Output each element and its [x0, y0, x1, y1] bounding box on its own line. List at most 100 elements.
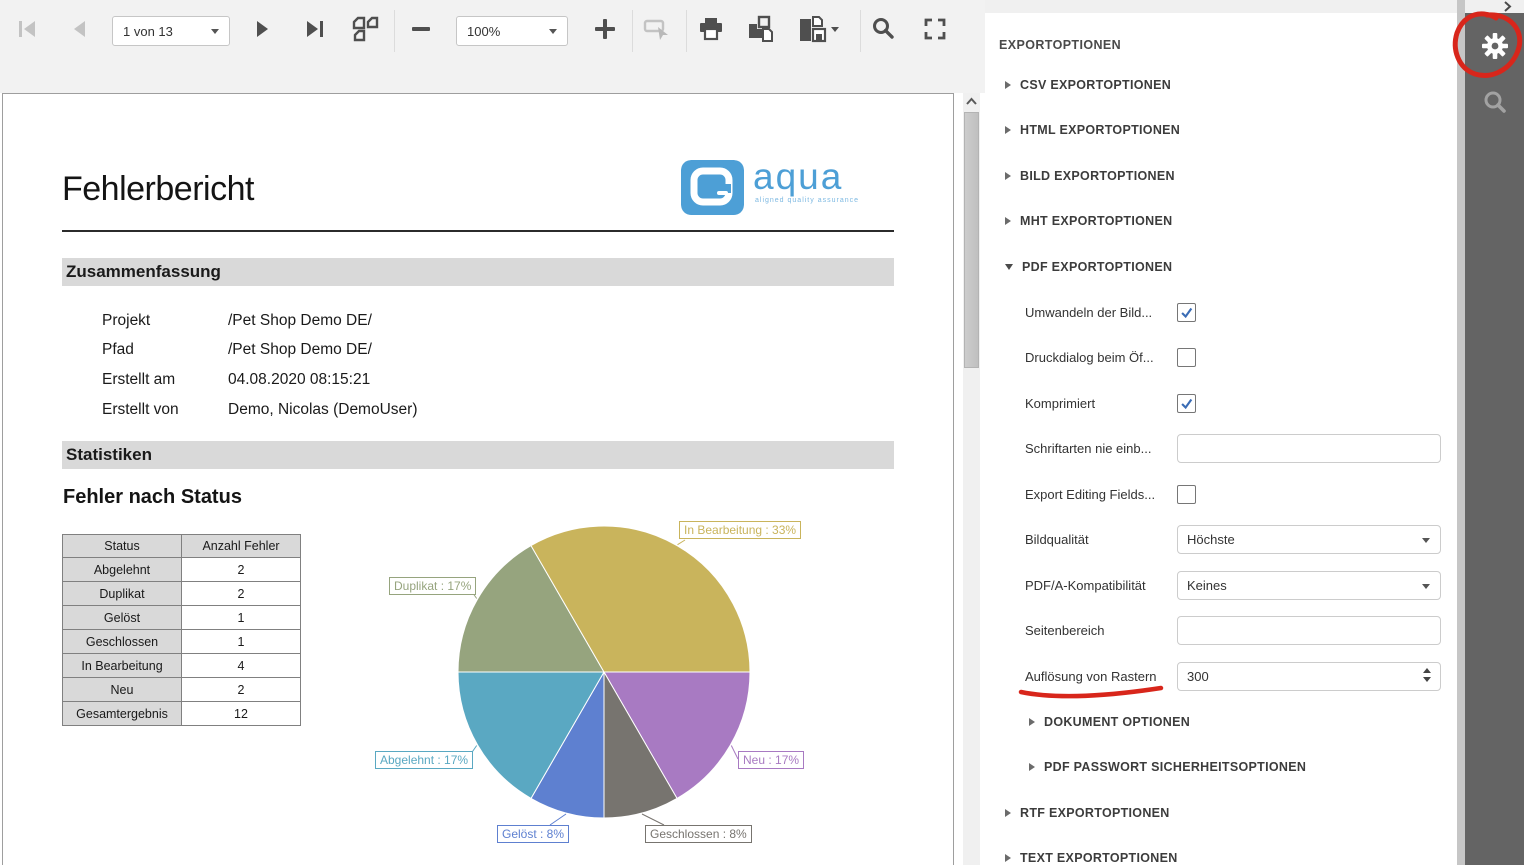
- print-page-icon: [746, 14, 776, 49]
- full-screen-button[interactable]: [918, 14, 952, 48]
- chevron-collapsed-icon: [1005, 172, 1011, 180]
- summary-row: Erstellt vonDemo, Nicolas (DemoUser): [102, 395, 417, 425]
- chevron-down-icon: [549, 29, 557, 34]
- pie-label-gelöst: Gelöst : 8%: [497, 825, 569, 843]
- chevron-collapsed-icon: [1005, 217, 1011, 225]
- section-html-exportoptionen[interactable]: HTML EXPORTOPTIONEN: [985, 108, 1457, 154]
- section-label: HTML EXPORTOPTIONEN: [1020, 123, 1180, 137]
- count-cell: 4: [182, 654, 301, 678]
- zoom-selector[interactable]: 100%: [456, 16, 568, 46]
- aqua-logo: aqua aligned quality assurance: [681, 160, 896, 218]
- dropdown-pdf-a-kompatibilit-t[interactable]: Keines: [1177, 571, 1441, 600]
- section-rtf-exportoptionen[interactable]: RTF EXPORTOPTIONEN: [985, 790, 1457, 836]
- zoom-in-button[interactable]: [588, 14, 622, 48]
- full-screen-icon: [921, 15, 949, 48]
- chevron-collapsed-icon: [1005, 126, 1011, 134]
- table-row: Gesamtergebnis12: [63, 702, 301, 726]
- table-row: Neu2: [63, 678, 301, 702]
- first-page-icon: [14, 16, 40, 47]
- text-input[interactable]: [1177, 616, 1441, 645]
- table-header: Status: [63, 535, 182, 558]
- zoom-out-button[interactable]: [404, 14, 438, 48]
- table-row: Duplikat2: [63, 582, 301, 606]
- dropdown-bildqualit-t[interactable]: Höchste: [1177, 525, 1441, 554]
- export-field-row: Umwandeln der Bild...: [985, 290, 1457, 336]
- toolbar-separator: [860, 10, 861, 52]
- scrollbar-thumb[interactable]: [964, 112, 979, 368]
- next-page-button[interactable]: [246, 14, 280, 48]
- aqua-logo-mark: [681, 160, 744, 215]
- scroll-up-button[interactable]: [963, 93, 980, 110]
- spinner-input[interactable]: 300: [1177, 662, 1441, 691]
- print-page-button[interactable]: [744, 14, 778, 48]
- pie-callout-line: [642, 814, 664, 825]
- page-selector-value: 1 von 13: [123, 24, 173, 39]
- export-field-row: BildqualitätHöchste: [985, 517, 1457, 563]
- pie-label-duplikat: Duplikat : 17%: [389, 577, 476, 595]
- title-rule: [62, 230, 894, 232]
- section-mht-exportoptionen[interactable]: MHT EXPORTOPTIONEN: [985, 199, 1457, 245]
- status-cell: Gelöst: [63, 606, 182, 630]
- section-text-exportoptionen[interactable]: TEXT EXPORTOPTIONEN: [985, 836, 1457, 865]
- export-options-list: CSV EXPORTOPTIONEN HTML EXPORTOPTIONEN BIL…: [985, 62, 1457, 865]
- status-cell: Gesamtergebnis: [63, 702, 182, 726]
- page-selector[interactable]: 1 von 13: [112, 16, 230, 46]
- summary-heading: Zusammenfassung: [62, 258, 894, 286]
- section-dokument-optionen[interactable]: DOKUMENT OPTIONEN: [985, 699, 1457, 745]
- report-title: Fehlerbericht: [62, 170, 254, 209]
- summary-label: Projekt: [102, 312, 228, 330]
- field-label: Umwandeln der Bild...: [1025, 305, 1177, 320]
- status-cell: In Bearbeitung: [63, 654, 182, 678]
- field-label: Druckdialog beim Öf...: [1025, 350, 1177, 365]
- pie-callout-line: [731, 746, 738, 760]
- last-page-button[interactable]: [298, 14, 332, 48]
- collapse-panel-button[interactable]: [1500, 0, 1516, 13]
- section-bild-exportoptionen[interactable]: BILD EXPORTOPTIONEN: [985, 153, 1457, 199]
- checkbox-unchecked[interactable]: [1177, 485, 1196, 504]
- spinner-buttons[interactable]: [1423, 668, 1431, 682]
- count-cell: 1: [182, 630, 301, 654]
- summary-row: Erstellt am04.08.2020 08:15:21: [102, 365, 417, 395]
- field-label: Schriftarten nie einb...: [1025, 441, 1177, 456]
- table-row: Geschlossen1: [63, 630, 301, 654]
- pie-slice-in-bearbeitung: [531, 526, 750, 672]
- export-field-row: PDF/A-KompatibilitätKeines: [985, 563, 1457, 609]
- panel-search-button[interactable]: [1465, 75, 1524, 131]
- table-row: Gelöst1: [63, 606, 301, 630]
- export-options-panel: EXPORTOPTIONEN CSV EXPORTOPTIONENHTML EX…: [985, 13, 1457, 865]
- settings-gear-button[interactable]: [1465, 18, 1524, 74]
- chevron-collapsed-icon: [1005, 809, 1011, 817]
- side-toolbar: [1465, 13, 1524, 865]
- check-icon: [1179, 305, 1194, 320]
- status-table: StatusAnzahl FehlerAbgelehnt2Duplikat2Ge…: [62, 534, 301, 726]
- pie-label-in-bearbeitung: In Bearbeitung : 33%: [679, 521, 801, 539]
- section-label: RTF EXPORTOPTIONEN: [1020, 806, 1170, 820]
- export-button[interactable]: [796, 14, 842, 48]
- status-cell: Duplikat: [63, 582, 182, 606]
- text-input[interactable]: [1177, 434, 1441, 463]
- next-page-icon: [250, 16, 276, 47]
- chevron-down-icon: [211, 29, 219, 34]
- print-button[interactable]: [694, 14, 728, 48]
- aqua-logo-text: aqua: [753, 156, 843, 198]
- document-scrollbar[interactable]: [963, 93, 980, 865]
- summary-row: Projekt/Pet Shop Demo DE/: [102, 306, 417, 336]
- first-page-button[interactable]: [10, 14, 44, 48]
- panel-scrollbar[interactable]: [1457, 0, 1465, 865]
- multi-page-view-button[interactable]: [348, 14, 382, 48]
- highlight-editing-fields-button[interactable]: [640, 14, 674, 48]
- spinner-value: 300: [1187, 669, 1209, 684]
- section-csv-exportoptionen[interactable]: CSV EXPORTOPTIONEN: [985, 62, 1457, 108]
- checkbox-checked[interactable]: [1177, 394, 1196, 413]
- checkbox-checked[interactable]: [1177, 303, 1196, 322]
- pie-slice-geschlossen: [604, 672, 677, 818]
- zoom-in-icon: [591, 15, 619, 48]
- search-button[interactable]: [866, 14, 900, 48]
- settings-gear-icon: [1479, 30, 1511, 62]
- previous-page-button[interactable]: [62, 14, 96, 48]
- section-pdf-passwort-sicherheitsoptionen[interactable]: PDF PASSWORT SICHERHEITSOPTIONEN: [985, 745, 1457, 791]
- section-pdf-exportoptionen[interactable]: PDF EXPORTOPTIONEN: [985, 244, 1457, 290]
- checkbox-unchecked[interactable]: [1177, 348, 1196, 367]
- pie-label-neu: Neu : 17%: [738, 751, 804, 769]
- status-cell: Abgelehnt: [63, 558, 182, 582]
